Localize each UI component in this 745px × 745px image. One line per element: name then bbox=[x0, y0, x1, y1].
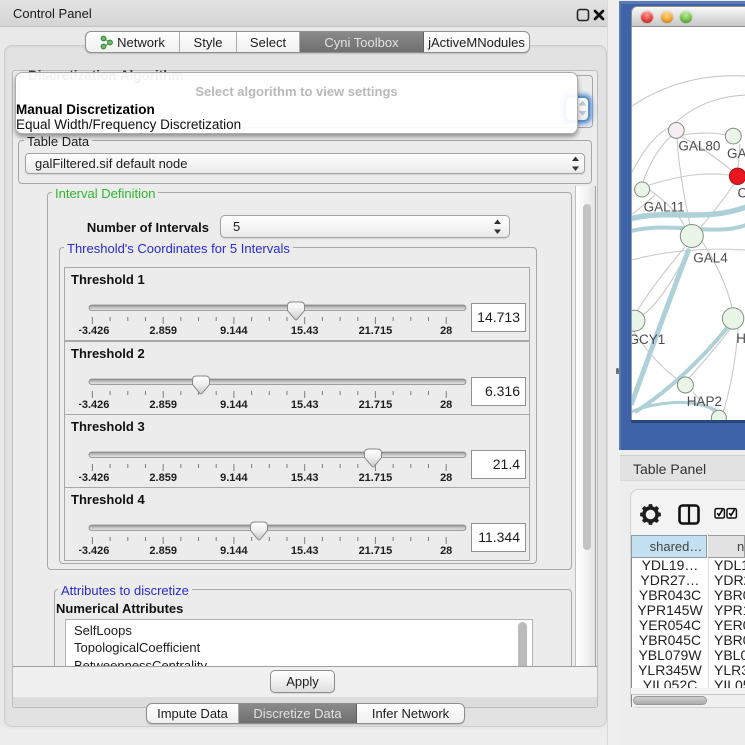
svg-text:28: 28 bbox=[440, 472, 452, 484]
svg-text:GA: GA bbox=[727, 146, 745, 161]
svg-text:CD: CD bbox=[738, 186, 745, 201]
svg-text:9.144: 9.144 bbox=[220, 545, 248, 557]
svg-text:9.144: 9.144 bbox=[220, 325, 248, 337]
svg-text:15.43: 15.43 bbox=[291, 399, 319, 411]
svg-text:2.859: 2.859 bbox=[149, 325, 177, 337]
svg-text:2.859: 2.859 bbox=[149, 472, 177, 484]
svg-text:21.715: 21.715 bbox=[359, 399, 393, 411]
svg-text:15.43: 15.43 bbox=[291, 472, 319, 484]
svg-text:−3.426: −3.426 bbox=[79, 399, 109, 411]
svg-text:2.859: 2.859 bbox=[149, 545, 177, 557]
svg-text:28: 28 bbox=[440, 325, 452, 337]
svg-text:21.715: 21.715 bbox=[359, 472, 393, 484]
svg-text:GAL11: GAL11 bbox=[644, 200, 685, 215]
svg-text:2.859: 2.859 bbox=[149, 399, 177, 411]
svg-text:−3.426: −3.426 bbox=[79, 325, 109, 337]
svg-text:21.715: 21.715 bbox=[359, 545, 393, 557]
svg-text:HA: HA bbox=[736, 331, 745, 346]
svg-text:−3.426: −3.426 bbox=[79, 472, 109, 484]
svg-text:−3.426: −3.426 bbox=[79, 545, 109, 557]
svg-text:9.144: 9.144 bbox=[220, 399, 248, 411]
svg-text:28: 28 bbox=[440, 399, 452, 411]
svg-text:15.43: 15.43 bbox=[291, 545, 319, 557]
svg-text:15.43: 15.43 bbox=[291, 325, 319, 337]
svg-text:GAL4: GAL4 bbox=[693, 251, 728, 266]
svg-text:21.715: 21.715 bbox=[359, 325, 393, 337]
svg-text:9.144: 9.144 bbox=[220, 472, 248, 484]
svg-text:28: 28 bbox=[440, 545, 452, 557]
svg-text:HAP2: HAP2 bbox=[687, 394, 722, 409]
svg-text:GCY1: GCY1 bbox=[632, 332, 665, 347]
svg-text:GAL80: GAL80 bbox=[678, 139, 720, 154]
